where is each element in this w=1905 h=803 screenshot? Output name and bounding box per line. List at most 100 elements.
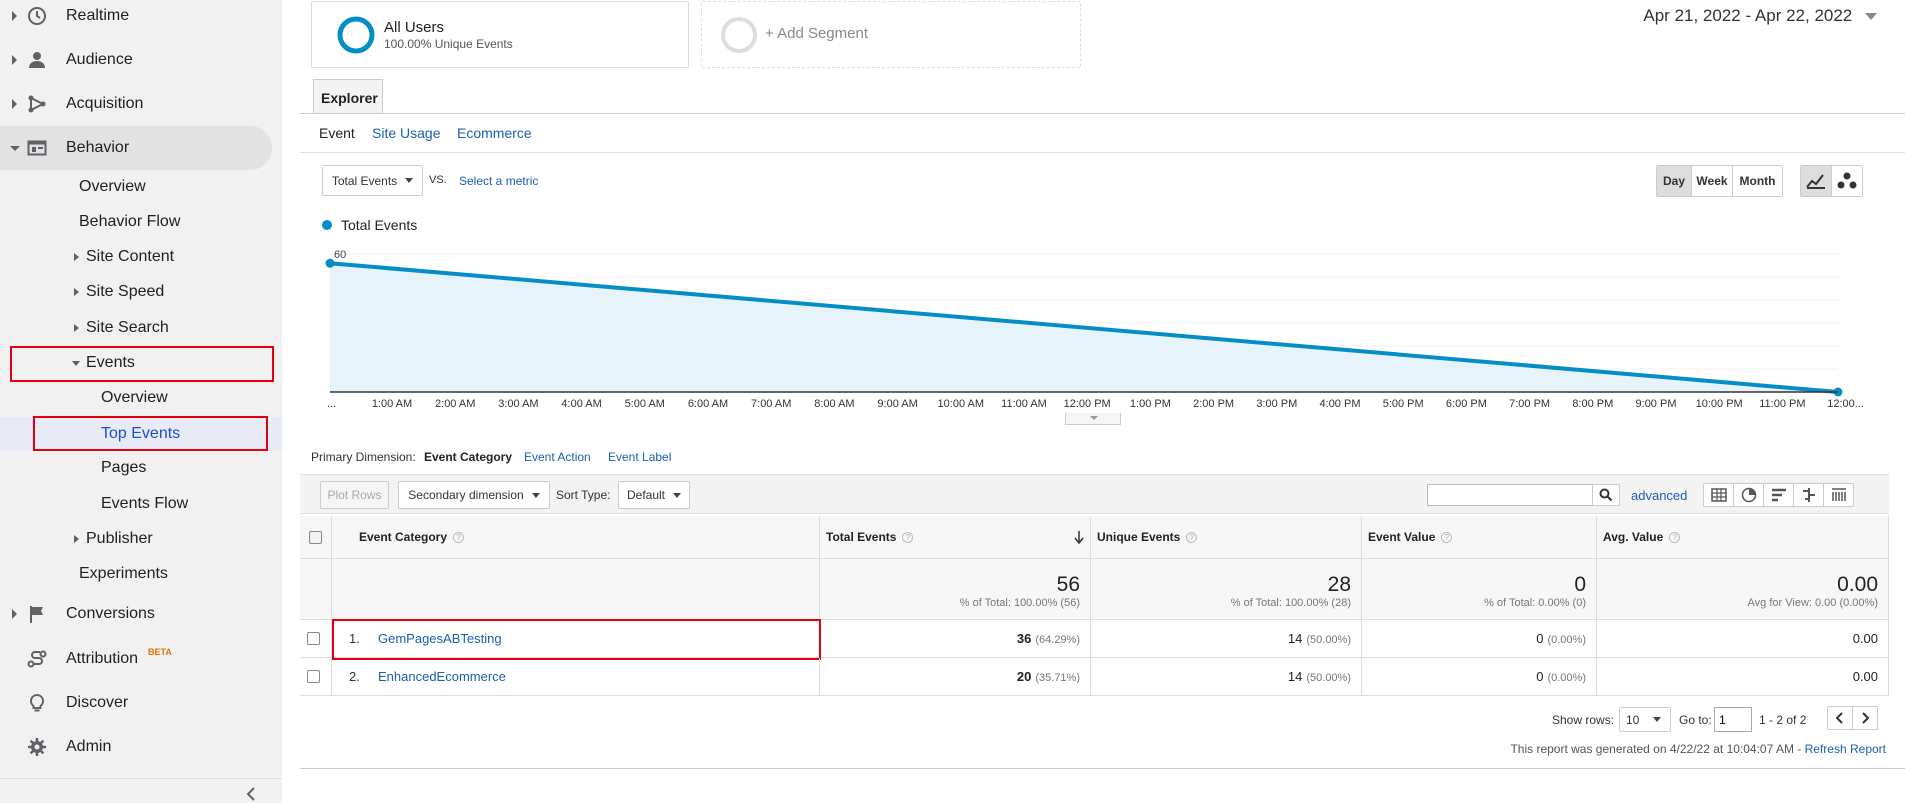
select-all-checkbox[interactable]: [309, 530, 322, 544]
chart-resize-handle[interactable]: [1065, 413, 1121, 425]
view-pie-button[interactable]: [1733, 483, 1764, 507]
nav-admin[interactable]: Admin: [0, 725, 282, 769]
row-checkbox[interactable]: [307, 670, 320, 683]
view-pivot-button[interactable]: [1823, 483, 1854, 507]
nav-events-pages[interactable]: Pages: [101, 452, 146, 484]
nav-acquisition[interactable]: Acquisition: [0, 82, 282, 126]
pie-chart-icon: [1741, 487, 1756, 503]
chevron-right-icon: [1862, 712, 1869, 724]
nav-site-speed[interactable]: Site Speed: [74, 276, 164, 308]
col-header-event-value[interactable]: Event Value?: [1362, 516, 1597, 559]
x-tick-label: 3:00 AM: [498, 398, 538, 410]
dimension-event-label[interactable]: Event Label: [608, 450, 671, 464]
show-rows-select[interactable]: 10: [1619, 707, 1671, 732]
nav-events-overview[interactable]: Overview: [101, 382, 168, 414]
nav-conversions[interactable]: Conversions: [0, 592, 282, 636]
nav-publisher[interactable]: Publisher: [74, 523, 153, 555]
sidebar-divider: [0, 778, 282, 779]
dimension-event-category[interactable]: Event Category: [424, 450, 512, 464]
subtab-ecommerce[interactable]: Ecommerce: [457, 125, 532, 141]
nav-top-events[interactable]: Top Events: [101, 418, 180, 450]
totals-avg-value: 0.00 Avg for View: 0.00 (0.00%): [1597, 559, 1889, 620]
tab-divider: [300, 113, 1905, 114]
add-segment-button[interactable]: + Add Segment: [701, 1, 1081, 68]
divider: [300, 152, 1905, 153]
help-icon: ?: [1669, 531, 1681, 543]
sort-type-dropdown[interactable]: Default: [618, 481, 690, 509]
goto-page-input[interactable]: [1714, 707, 1752, 732]
nav-behavior-overview[interactable]: Overview: [79, 171, 146, 203]
nav-site-search[interactable]: Site Search: [74, 312, 169, 344]
help-icon: ?: [902, 531, 914, 543]
vs-label: VS.: [429, 174, 447, 186]
line-chart-toggle[interactable]: [1800, 165, 1832, 197]
subtab-event[interactable]: Event: [319, 125, 355, 141]
plot-rows-button[interactable]: Plot Rows: [320, 481, 389, 509]
advanced-filter-link[interactable]: advanced: [1631, 488, 1687, 503]
x-tick-label: 2:00 PM: [1193, 398, 1234, 410]
events-chart: 204060...1:00 AM2:00 AM3:00 AM4:00 AM5:0…: [325, 249, 1864, 410]
col-header-avg-value[interactable]: Avg. Value?: [1597, 516, 1889, 559]
row-checkbox[interactable]: [307, 632, 320, 645]
next-page-button[interactable]: [1852, 706, 1878, 730]
nav-discover[interactable]: Discover: [0, 681, 282, 725]
x-tick-label: 5:00 AM: [625, 398, 665, 410]
nav-site-content[interactable]: Site Content: [74, 241, 174, 273]
sort-type-label: Sort Type:: [556, 488, 611, 502]
collapse-sidebar-icon[interactable]: [246, 787, 256, 801]
x-tick-label: 1:00 AM: [372, 398, 412, 410]
motion-chart-toggle[interactable]: [1831, 165, 1863, 197]
secondary-dimension-dropdown[interactable]: Secondary dimension: [398, 481, 550, 509]
col-header-event-category[interactable]: Event Category?: [332, 516, 820, 559]
row-category-link[interactable]: EnhancedEcommerce: [378, 669, 506, 684]
help-icon: ?: [1186, 531, 1198, 543]
bar-list-icon: [1771, 488, 1786, 502]
refresh-report-link[interactable]: Refresh Report: [1805, 742, 1886, 756]
x-tick-label: 5:00 PM: [1383, 398, 1424, 410]
tab-explorer[interactable]: Explorer: [313, 79, 383, 114]
nav-audience[interactable]: Audience: [0, 38, 282, 82]
col-header-unique-events[interactable]: Unique Events?: [1091, 516, 1362, 559]
expand-caret-icon: [74, 324, 79, 332]
beta-badge: BETA: [148, 647, 172, 657]
table-search-input[interactable]: [1427, 484, 1593, 506]
x-tick-label: 12:00 PM: [1064, 398, 1111, 410]
attribution-icon: [27, 650, 47, 668]
nav-realtime[interactable]: Realtime: [0, 0, 282, 38]
dimension-event-action[interactable]: Event Action: [524, 450, 591, 464]
subtab-site-usage[interactable]: Site Usage: [372, 125, 440, 141]
x-tick-label: 7:00 PM: [1509, 398, 1550, 410]
x-tick-label: 10:00 PM: [1696, 398, 1743, 410]
nav-events-flow[interactable]: Events Flow: [101, 488, 188, 520]
x-tick-label: 4:00 PM: [1320, 398, 1361, 410]
x-tick-label: 6:00 AM: [688, 398, 728, 410]
col-header-total-events[interactable]: Total Events?: [820, 516, 1091, 559]
nav-behavior[interactable]: Behavior: [0, 126, 272, 170]
date-range-picker[interactable]: Apr 21, 2022 - Apr 22, 2022: [1643, 6, 1877, 26]
pivot-icon: [1831, 488, 1846, 501]
view-performance-button[interactable]: [1763, 483, 1794, 507]
dropdown-arrow-icon: [1865, 13, 1877, 21]
x-tick-label: 9:00 PM: [1636, 398, 1677, 410]
prev-page-button[interactable]: [1827, 706, 1853, 730]
nav-behavior-flow[interactable]: Behavior Flow: [79, 206, 180, 238]
table-grid-icon: [1710, 488, 1727, 502]
granularity-week-button[interactable]: Week: [1691, 165, 1733, 197]
view-comparison-button[interactable]: [1793, 483, 1824, 507]
granularity-month-button[interactable]: Month: [1732, 165, 1783, 197]
main-content: All Users 100.00% Unique Events + Add Se…: [300, 0, 1905, 803]
nav-experiments[interactable]: Experiments: [79, 558, 168, 590]
metric-dropdown[interactable]: Total Events: [322, 165, 423, 196]
expand-caret-icon: [74, 253, 79, 261]
nav-events[interactable]: Events: [72, 347, 135, 379]
segment-all-users[interactable]: All Users 100.00% Unique Events: [311, 1, 689, 68]
search-icon: [1599, 488, 1613, 502]
select-metric-link[interactable]: Select a metric: [459, 174, 538, 188]
search-button[interactable]: [1592, 484, 1620, 506]
line-chart-icon: [1806, 174, 1825, 189]
nav-attribution[interactable]: Attribution BETA: [0, 637, 282, 681]
granularity-day-button[interactable]: Day: [1656, 165, 1692, 197]
view-table-button[interactable]: [1703, 483, 1734, 507]
totals-event-value: 0 % of Total: 0.00% (0): [1362, 559, 1597, 620]
dropdown-arrow-icon: [531, 492, 540, 498]
